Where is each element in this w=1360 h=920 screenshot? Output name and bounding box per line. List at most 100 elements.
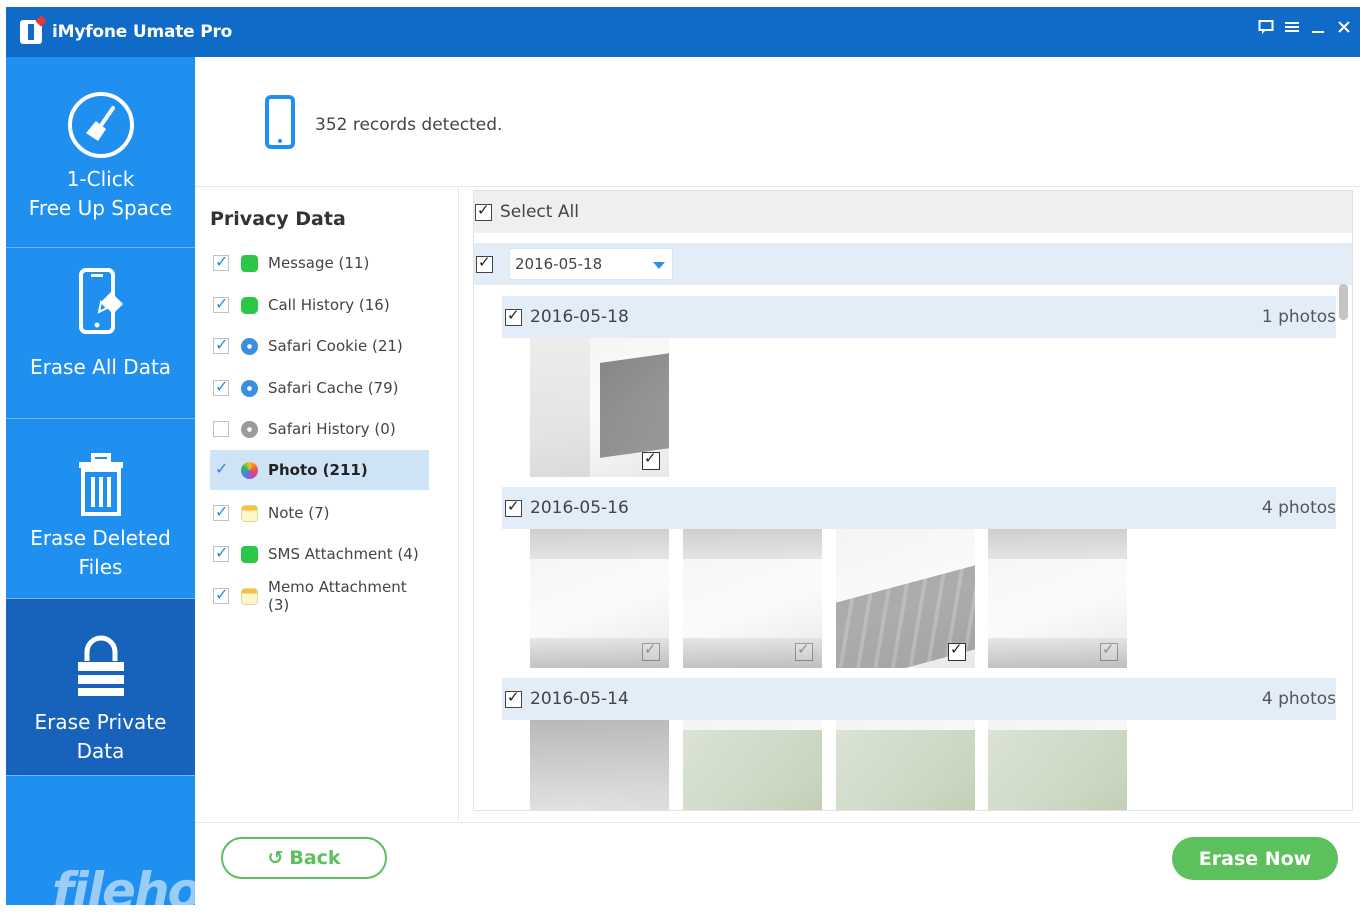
phone-icon [265,95,295,149]
photo-checkbox[interactable] [1100,640,1118,661]
group-date: 2016-05-16 [530,498,629,518]
group-date: 2016-05-18 [530,307,629,327]
phone-erase-icon [78,268,123,334]
photo-thumbnail[interactable] [530,529,669,668]
app-logo-icon [20,15,47,44]
date-filter-dropdown[interactable]: 2016-05-18 [509,248,673,280]
date-filter-value: 2016-05-18 [515,255,603,273]
privacy-item-safari-history[interactable]: Safari History (0) [210,409,429,449]
sidebar-item-label: Data [76,739,125,763]
privacy-item-label: Safari Cache (79) [268,379,399,397]
back-button-label: Back [289,847,341,869]
note-icon [241,587,258,605]
item-checkbox[interactable] [213,421,229,437]
photo-thumbnail[interactable] [988,720,1127,810]
close-icon[interactable] [1336,19,1352,40]
item-checkbox[interactable] [213,377,229,396]
privacy-item-label: Note (7) [268,504,330,522]
group-count: 1 photos [1261,307,1336,327]
photo-thumbnail[interactable] [530,338,669,477]
message-icon [241,254,258,272]
photo-thumbnail[interactable] [683,529,822,668]
group-checkbox[interactable] [505,688,522,708]
photos-panel: Select All 2016-05-18 2016-05-18 1 photo… [473,190,1353,811]
safari-icon [241,379,258,397]
date-filter-bar: 2016-05-18 [474,243,1352,285]
privacy-item-label: Safari History (0) [268,420,396,438]
privacy-item-safari-cache[interactable]: Safari Cache (79) [210,368,429,408]
privacy-data-panel: Privacy Data Message (11) Call History (… [195,188,459,821]
sidebar-item-erase-deleted-files[interactable]: Erase Deleted Files [6,419,195,598]
sidebar-item-label: Erase Private [34,710,167,734]
sidebar-item-label: Erase Deleted [30,526,171,550]
app-title: iMyfone Umate Pro [52,22,233,42]
footer-bar: ↺ Back Erase Now [195,822,1360,905]
chevron-down-icon [653,262,665,269]
safari-history-icon [241,420,258,438]
note-icon [241,504,258,522]
privacy-item-label: Photo (211) [268,461,368,479]
item-checkbox[interactable] [213,585,229,604]
photo-group-header: 2016-05-14 4 photos [502,678,1336,720]
group-checkbox[interactable] [505,497,522,517]
minimize-icon[interactable] [1310,19,1326,40]
window-controls [1258,19,1352,40]
menu-icon[interactable] [1284,19,1300,40]
sidebar-item-erase-all-data[interactable]: Erase All Data [6,248,195,418]
item-checkbox[interactable] [213,543,229,562]
phone-call-icon [241,296,258,314]
safari-icon [241,337,258,355]
broom-icon [67,92,134,158]
privacy-item-photo[interactable]: Photo (211) [210,450,429,490]
photos-icon [241,461,258,479]
privacy-item-label: SMS Attachment (4) [268,545,419,563]
privacy-item-note[interactable]: Note (7) [210,493,429,533]
photo-thumbnail[interactable] [683,720,822,810]
photos-scrollbar[interactable] [1339,284,1348,320]
item-checkbox[interactable] [213,294,229,313]
item-checkbox[interactable] [213,459,229,478]
select-all-bar: Select All [474,191,1352,233]
title-bar: iMyfone Umate Pro [6,7,1360,57]
privacy-item-sms-attachment[interactable]: SMS Attachment (4) [210,534,429,574]
sidebar: 1-Click Free Up Space Erase All Data Era… [6,57,411,920]
message-icon [241,545,258,563]
item-checkbox[interactable] [213,335,229,354]
photo-checkbox[interactable] [642,640,660,661]
erase-now-button[interactable]: Erase Now [1172,837,1338,880]
privacy-item-safari-cookie[interactable]: Safari Cookie (21) [210,326,429,366]
back-button[interactable]: ↺ Back [221,837,387,879]
privacy-item-message[interactable]: Message (11) [210,243,429,283]
group-date: 2016-05-14 [530,689,629,709]
privacy-data-title: Privacy Data [210,208,346,230]
sidebar-item-label: Erase All Data [29,355,172,379]
privacy-item-label: Memo Attachment (3) [268,578,407,614]
sidebar-item-label: Files [78,555,123,579]
select-all-checkbox[interactable] [475,201,492,221]
item-checkbox[interactable] [213,252,229,271]
photo-thumbnail[interactable] [836,720,975,810]
feedback-icon[interactable] [1258,19,1274,40]
sidebar-item-free-up-space[interactable]: 1-Click Free Up Space [6,57,195,247]
records-header: 352 records detected. [195,57,1360,187]
photo-thumbnail[interactable] [836,529,975,668]
privacy-item-call-history[interactable]: Call History (16) [210,285,429,325]
photo-group-header: 2016-05-18 1 photos [502,296,1336,338]
photo-checkbox[interactable] [642,449,660,470]
sidebar-item-erase-private-data[interactable]: Erase Private Data [6,599,195,775]
group-checkbox[interactable] [505,306,522,326]
date-filter-checkbox[interactable] [476,253,493,273]
photo-checkbox[interactable] [795,640,813,661]
sidebar-item-label: Free Up Space [28,196,173,220]
back-arrow-icon: ↺ [267,847,284,869]
trash-icon [78,453,123,516]
item-checkbox[interactable] [213,502,229,521]
privacy-item-memo-attachment[interactable]: Memo Attachment (3) [210,576,429,616]
photo-group-header: 2016-05-16 4 photos [502,487,1336,529]
select-all-label[interactable]: Select All [500,202,579,222]
photo-thumbnail[interactable] [530,720,669,810]
photo-thumbnail[interactable] [988,529,1127,668]
photo-checkbox[interactable] [948,640,966,661]
lock-icon [77,635,124,696]
privacy-item-label: Call History (16) [268,296,390,314]
